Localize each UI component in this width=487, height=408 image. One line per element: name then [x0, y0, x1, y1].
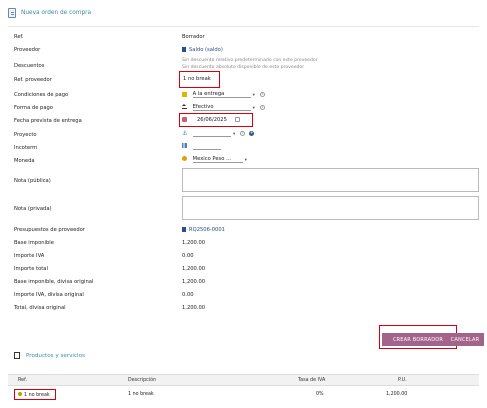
base-divisa-value: 1,200.00 — [182, 279, 206, 285]
fecha-label: Fecha prevista de entrega — [14, 118, 82, 124]
condiciones-label: Condiciones de pago — [14, 92, 69, 98]
info-icon: i — [259, 92, 265, 97]
row-pu: 1,200.00 — [386, 392, 408, 397]
document-icon — [8, 8, 16, 18]
product-icon — [14, 352, 20, 359]
proyecto-label: Proyecto — [14, 132, 37, 138]
incoterm-icon — [182, 143, 187, 148]
forma-pago-select[interactable]: Efectivo ▾ i — [182, 104, 265, 111]
chevron-down-icon[interactable]: ▾ — [245, 158, 247, 163]
condiciones-select[interactable]: A la entrega ▾ i — [182, 91, 265, 98]
nota-privada-textarea[interactable] — [182, 196, 479, 220]
chevron-down-icon[interactable]: ▾ — [253, 106, 255, 111]
proposal-icon — [182, 227, 186, 232]
page-header: Nueva orden de compra — [8, 6, 91, 20]
moneda-label: Moneda — [14, 158, 35, 164]
col-ref: Ref. — [18, 378, 27, 383]
create-draft-button[interactable]: CREAR BORRADOR — [382, 333, 454, 346]
info-icon: i — [259, 105, 265, 110]
bank-icon — [182, 104, 187, 109]
col-desc: Descripción — [128, 378, 157, 383]
ref-proveedor-label: Ref. proveedor — [14, 77, 52, 83]
nota-privada-label: Nota (privada) — [14, 206, 52, 212]
descuentos-label: Descuentos — [14, 63, 45, 69]
info-icon: i — [240, 131, 246, 136]
base-divisa-label: Base imponible, divisa original — [14, 279, 94, 285]
ref-proveedor-input[interactable]: 1 no break — [179, 71, 220, 88]
nota-publica-textarea[interactable] — [182, 168, 479, 192]
table-row[interactable]: 1 no break 1 no break 0% 1,200.00 — [8, 389, 479, 401]
iva-divisa-label: Importe IVA, divisa original — [14, 292, 84, 298]
nota-publica-label: Nota (pública) — [14, 178, 51, 184]
iva-divisa-value: 0.00 — [182, 292, 194, 298]
moneda-value: Mexico Peso ... — [192, 156, 232, 162]
ref-value: Borrador — [182, 34, 205, 40]
moneda-select[interactable]: Mexico Peso ... ▾ — [182, 156, 247, 163]
importe-total-value: 1,200.00 — [182, 266, 206, 272]
proveedor-value: Saldo (saldo) — [189, 47, 223, 53]
proveedor-label: Proveedor — [14, 47, 41, 53]
total-divisa-value: 1,200.00 — [182, 305, 206, 311]
ref-cell-highlight — [14, 389, 56, 400]
incoterm-select[interactable] — [182, 143, 221, 150]
page-title: Nueva orden de compra — [21, 10, 92, 16]
proyecto-select[interactable]: ⚓ ▾ i + — [182, 130, 255, 137]
row-iva: 0% — [316, 392, 324, 397]
incoterm-value — [192, 143, 221, 150]
forma-pago-value: Efectivo — [192, 104, 214, 110]
row-desc: 1 no break — [128, 392, 154, 397]
descuento-absoluto-hint: Sin descuento absoluto disponible de est… — [182, 65, 305, 70]
clear-date-icon[interactable] — [234, 117, 240, 122]
importe-iva-value: 0.00 — [182, 253, 194, 259]
header-divider — [8, 26, 479, 27]
cancel-button[interactable]: CANCELAR — [446, 333, 484, 346]
presupuestos-label: Presupuestos de proveedor — [14, 227, 85, 233]
calendar-icon[interactable] — [182, 117, 187, 122]
currency-icon — [182, 156, 187, 161]
presupuesto-value: RQ2506-0001 — [189, 227, 225, 233]
building-icon — [182, 47, 186, 52]
proveedor-link[interactable]: Saldo (saldo) — [182, 47, 223, 53]
ref-label: Ref. — [14, 34, 24, 40]
condiciones-value: A la entrega — [192, 91, 225, 97]
chevron-down-icon[interactable]: ▾ — [233, 132, 235, 137]
base-imponible-value: 1,200.00 — [182, 240, 206, 246]
incoterm-label: Incoterm — [14, 145, 38, 151]
col-pu: P.U. — [398, 378, 407, 383]
products-table-header: Ref. Descripción Tasa de IVA P.U. — [8, 374, 479, 386]
importe-total-label: Importe total — [14, 266, 48, 272]
descuento-relativo-hint: Sin descuento relativo predeterminado co… — [182, 58, 318, 63]
forma-pago-label: Forma de pago — [14, 105, 53, 111]
ref-proveedor-value: 1 no break — [183, 76, 211, 82]
fecha-input[interactable]: 26/06/2025 — [179, 113, 253, 127]
importe-iva-label: Importe IVA — [14, 253, 45, 259]
chevron-down-icon[interactable]: ▾ — [253, 93, 255, 98]
products-section-title: Productos y servicios — [14, 352, 85, 359]
presupuesto-link[interactable]: RQ2506-0001 — [182, 227, 225, 233]
project-icon: ⚓ — [182, 130, 188, 137]
fecha-value: 26/06/2025 — [197, 117, 227, 123]
total-divisa-label: Total, divisa original — [14, 305, 66, 311]
payment-terms-icon — [182, 92, 187, 97]
col-iva: Tasa de IVA — [298, 378, 326, 383]
proyecto-value — [193, 130, 232, 137]
base-imponible-label: Base imponible — [14, 240, 54, 246]
add-project-icon[interactable]: + — [249, 131, 255, 136]
products-title: Productos y servicios — [26, 352, 85, 359]
